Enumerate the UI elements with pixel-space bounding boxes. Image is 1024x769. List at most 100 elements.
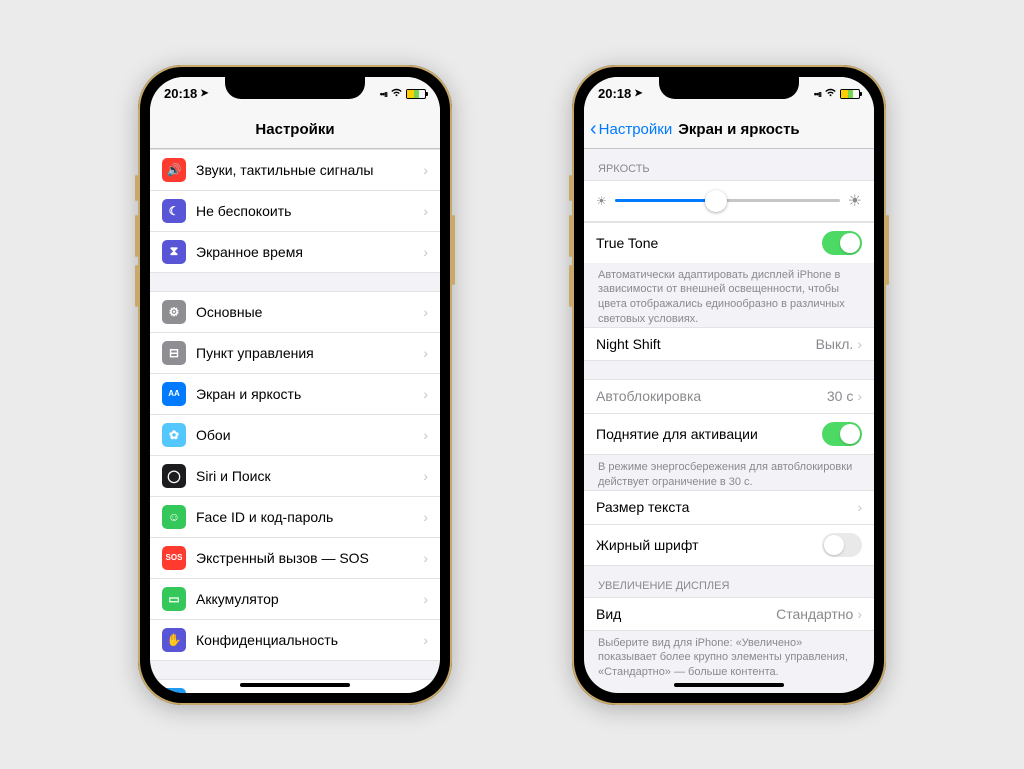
battery-icon: ▭ [162,587,186,611]
chevron-right-icon: › [423,304,428,320]
slider-thumb[interactable] [705,190,727,212]
wifi-icon [824,86,837,101]
side-button [569,215,572,257]
cell-night-shift[interactable]: Night Shift Выкл. › [584,327,874,361]
settings-row-battery[interactable]: ▭Аккумулятор› [150,578,440,619]
bold-toggle[interactable] [822,533,862,557]
chevron-right-icon: › [423,427,428,443]
row-label: Аккумулятор [196,591,423,607]
row-label: Не беспокоить [196,203,423,219]
screentime-icon: ⧗ [162,240,186,264]
cell-signal-icon: ••ıı [380,89,387,99]
label: True Tone [596,235,822,251]
side-button [569,265,572,307]
wifi-icon [390,86,403,101]
notch [225,77,365,99]
label: Вид [596,606,776,622]
location-icon: ➤ [200,88,208,99]
chevron-left-icon: ‹ [590,119,597,139]
label: Размер текста [596,499,857,515]
row-label: Siri и Поиск [196,468,423,484]
row-label: Обои [196,427,423,443]
raise-toggle[interactable] [822,422,862,446]
chevron-right-icon: › [857,336,862,352]
navbar: Настройки [150,111,440,149]
chevron-right-icon: › [423,692,428,693]
chevron-right-icon: › [423,244,428,260]
slider-fill [615,199,716,202]
row-label: iTunes Store и App Store [196,692,423,693]
appstore-icon: A [162,688,186,693]
back-button[interactable]: ‹ Настройки [584,119,672,139]
chevron-right-icon: › [857,499,862,515]
home-indicator [674,683,784,687]
brightness-slider-cell: ☀ ☀ [584,180,874,222]
side-button [135,215,138,257]
settings-row-sos[interactable]: SOS Экстренный вызов — SOS› [150,537,440,578]
settings-row-wallpaper[interactable]: ✿ Обои› [150,414,440,455]
side-button [569,175,572,201]
section-header-zoom: УВЕЛИЧЕНИЕ ДИСПЛЕЯ [584,566,874,597]
chevron-right-icon: › [423,203,428,219]
chevron-right-icon: › [423,550,428,566]
chevron-right-icon: › [423,345,428,361]
side-button [135,175,138,201]
settings-row-screentime[interactable]: ⧗ Экранное время› [150,231,440,273]
chevron-right-icon: › [857,388,862,404]
page-title: Настройки [150,121,440,138]
settings-row-sounds[interactable]: 🔊Звуки, тактильные сигналы› [150,149,440,190]
label: Night Shift [596,336,816,352]
control-icon: ⊟ [162,341,186,365]
navbar: ‹ Настройки Экран и яркость [584,111,874,149]
row-label: Пункт управления [196,345,423,361]
cell-view[interactable]: Вид Стандартно › [584,597,874,631]
label: Автоблокировка [596,388,827,404]
row-label: Face ID и код-пароль [196,509,423,525]
chevron-right-icon: › [423,509,428,525]
settings-row-privacy[interactable]: ✋Конфиденциальность› [150,619,440,661]
display-icon: AA [162,382,186,406]
settings-row-display[interactable]: AA Экран и яркость› [150,373,440,414]
settings-row-control[interactable]: ⊟ Пункт управления› [150,332,440,373]
cell-true-tone[interactable]: True Tone [584,222,874,263]
side-button [135,265,138,307]
page-title: Экран и яркость [678,121,799,138]
settings-list[interactable]: 🔊Звуки, тактильные сигналы›☾Не беспокоит… [150,149,440,693]
battery-icon [840,89,860,99]
settings-row-siri[interactable]: ◯Siri и Поиск› [150,455,440,496]
cell-bold-text[interactable]: Жирный шрифт [584,524,874,566]
battery-icon [406,89,426,99]
status-time: 20:18 [598,86,631,101]
brightness-slider[interactable] [615,199,840,202]
cell-raise-to-wake[interactable]: Поднятие для активации [584,413,874,455]
cell-signal-icon: ••ıı [814,89,821,99]
chevron-right-icon: › [423,386,428,402]
sos-icon: SOS [162,546,186,570]
section-header-brightness: ЯРКОСТЬ [584,149,874,180]
row-label: Экран и яркость [196,386,423,402]
row-label: Звуки, тактильные сигналы [196,162,423,178]
true-tone-toggle[interactable] [822,231,862,255]
wallpaper-icon: ✿ [162,423,186,447]
privacy-icon: ✋ [162,628,186,652]
row-label: Экстренный вызов — SOS [196,550,423,566]
sun-high-icon: ☀ [848,191,862,211]
settings-row-faceid[interactable]: ☺Face ID и код-пароль› [150,496,440,537]
label: Жирный шрифт [596,537,822,553]
raise-footer: В режиме энергосбережения для автоблокир… [584,455,874,490]
side-button [886,215,889,285]
sun-low-icon: ☀ [596,194,607,208]
value: Стандартно [776,606,853,622]
display-settings[interactable]: ЯРКОСТЬ ☀ ☀ True Tone Автоматически адап… [584,149,874,693]
settings-row-general[interactable]: ⚙ Основные› [150,291,440,332]
view-footer: Выберите вид для iPhone: «Увеличено» пок… [584,631,874,681]
cell-text-size[interactable]: Размер текста › [584,490,874,524]
cell-auto-lock[interactable]: Автоблокировка 30 с › [584,379,874,413]
chevron-right-icon: › [423,162,428,178]
back-label: Настройки [599,121,673,138]
general-icon: ⚙ [162,300,186,324]
row-label: Экранное время [196,244,423,260]
row-label: Основные [196,304,423,320]
row-label: Конфиденциальность [196,632,423,648]
settings-row-dnd[interactable]: ☾Не беспокоить› [150,190,440,231]
